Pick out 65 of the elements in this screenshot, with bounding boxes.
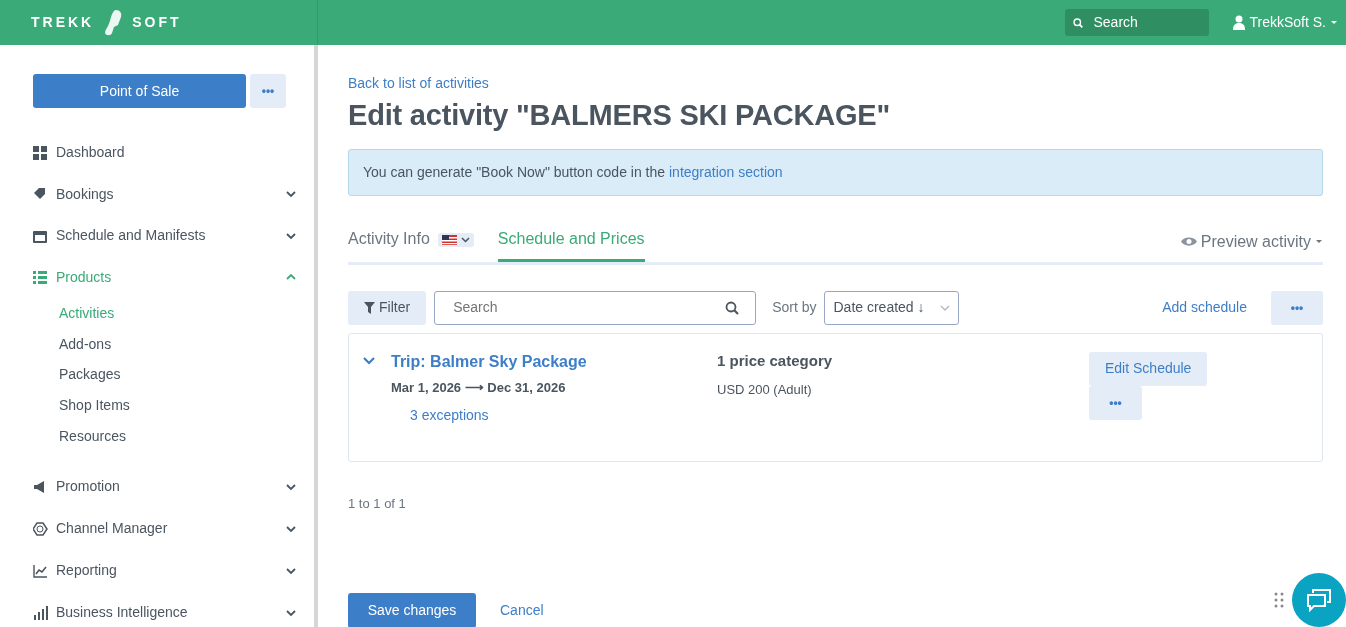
- filter-icon: [364, 301, 375, 314]
- sidebar-item[interactable]: Products: [0, 256, 314, 298]
- sidebar-item[interactable]: Channel Manager: [0, 508, 314, 550]
- user-menu[interactable]: TrekkSoft S.: [1233, 12, 1338, 33]
- tab[interactable]: Activity Info: [348, 226, 430, 262]
- alert-text: You can generate "Book Now" button code in the integration section: [363, 162, 783, 182]
- drag-handle-icon: [1274, 592, 1284, 608]
- filter-button[interactable]: Filter: [348, 290, 427, 325]
- sidebar-subitem[interactable]: Add-ons: [0, 328, 314, 360]
- search-box[interactable]: Search: [434, 290, 757, 325]
- more-button[interactable]: •••: [1271, 290, 1323, 325]
- chevron-icon: [940, 304, 951, 311]
- search-icon: [1073, 15, 1084, 30]
- flag-icon: [441, 235, 457, 246]
- date-range: Mar 1, 2026 ⟶ Dec 31, 2026: [391, 378, 567, 397]
- chat-button[interactable]: [1292, 573, 1346, 627]
- more-button[interactable]: •••: [250, 74, 286, 108]
- pagination-text: 1 to 1 of 1: [348, 494, 407, 513]
- point-of-sale-button[interactable]: Point of Sale: [33, 74, 246, 108]
- grid-icon: [33, 145, 48, 160]
- sidebar-item[interactable]: Dashboard: [0, 132, 314, 174]
- eye-icon: [1180, 236, 1197, 248]
- sidebar-item[interactable]: Bookings: [0, 173, 314, 215]
- tag-icon: [33, 187, 48, 202]
- search-input[interactable]: Search: [1091, 11, 1202, 34]
- price-category-count: 1 price category: [717, 350, 834, 371]
- caret-icon: [1315, 239, 1323, 245]
- sidebar-subitem[interactable]: Resources: [0, 421, 314, 452]
- sort-dropdown[interactable]: Date created ↓: [824, 290, 960, 325]
- caret-icon: [1330, 20, 1338, 25]
- page-title: Edit activity "BALMERS SKI PACKAGE": [348, 98, 892, 133]
- tab[interactable]: Schedule and Prices: [497, 226, 645, 262]
- cancel-link[interactable]: Cancel: [500, 600, 544, 622]
- edit-schedule-button[interactable]: Edit Schedule: [1089, 351, 1208, 386]
- preview-dropdown[interactable]: Preview activity: [1180, 229, 1323, 262]
- language-dropdown[interactable]: [437, 233, 474, 248]
- sidebar-item[interactable]: Schedule and Manifests: [0, 215, 314, 257]
- search-icon: [725, 300, 740, 315]
- sidebar-item[interactable]: Business Intelligence: [0, 592, 314, 627]
- chevron-icon: [460, 237, 470, 244]
- save-button[interactable]: Save changes: [348, 593, 476, 627]
- sidebar-item[interactable]: Reporting: [0, 550, 314, 592]
- logo-text: SOFT: [132, 13, 182, 32]
- search-box[interactable]: Search: [1065, 9, 1210, 36]
- integration-link[interactable]: integration section: [669, 163, 783, 180]
- sidebar-subitem[interactable]: Packages: [0, 359, 314, 391]
- back-link[interactable]: Back to list of activities: [348, 75, 489, 91]
- sidebar-subitem[interactable]: Activities: [0, 298, 314, 329]
- bars-icon: [33, 606, 48, 620]
- schedule-title-link[interactable]: Trip: Balmer Sky Package: [391, 349, 717, 374]
- chevron-icon[interactable]: [363, 356, 375, 365]
- chat-icon: [1306, 588, 1332, 612]
- logo-text: TREKK: [31, 13, 95, 32]
- price-text: USD 200 (Adult): [717, 381, 813, 400]
- user-icon: [1233, 15, 1246, 30]
- exceptions-link[interactable]: 3 exceptions: [410, 405, 489, 427]
- sidebar-subitem[interactable]: Shop Items: [0, 390, 314, 422]
- add-schedule-link[interactable]: Add schedule: [1162, 297, 1247, 319]
- calendar-icon: [33, 228, 48, 243]
- more-button[interactable]: •••: [1089, 385, 1142, 420]
- sidebar-item[interactable]: Promotion: [0, 466, 314, 508]
- hexagon-icon: [33, 522, 48, 536]
- chart-icon: [33, 564, 48, 578]
- list-icon: [33, 270, 48, 285]
- sort-label: Sort by: [772, 298, 817, 318]
